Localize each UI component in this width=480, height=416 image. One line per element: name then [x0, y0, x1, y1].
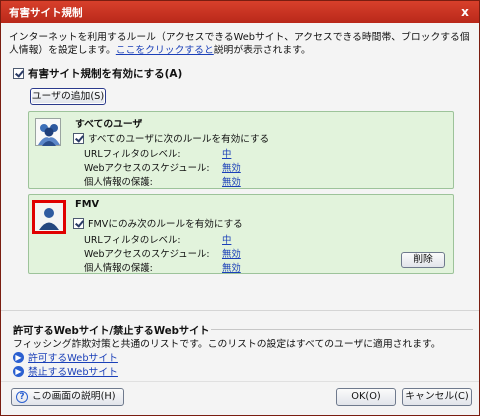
schedule-link[interactable]: 無効 [222, 160, 241, 174]
window-title: 有害サイト規制 [9, 7, 83, 19]
checkbox-label: FMVにのみ次のルールを有効にする [88, 219, 243, 230]
url-filter-link[interactable]: 中 [222, 232, 231, 246]
arrow-right-icon: ▶ [13, 365, 24, 377]
enable-filter-checkbox[interactable]: 有害サイト規制を有効にする(A) [13, 66, 182, 81]
help-button[interactable]: ? この画面の説明(H) [11, 388, 124, 406]
blocked-sites-link[interactable]: 禁止するWebサイト [28, 364, 118, 378]
privacy-link[interactable]: 無効 [222, 260, 241, 274]
delete-user-button[interactable]: 削除 [401, 252, 445, 268]
help-question-icon: ? [16, 391, 28, 403]
checkbox-label: すべてのユーザに次のルールを有効にする [88, 134, 270, 145]
schedule-link[interactable]: 無効 [222, 246, 241, 260]
description-help-link[interactable]: ここをクリックすると [116, 45, 214, 56]
fmv-rule-checkbox[interactable]: FMVにのみ次のルールを有効にする [73, 216, 243, 230]
schedule-label: Webアクセスのスケジュール: [84, 163, 210, 174]
title-bar: 有害サイト規制 x [1, 1, 479, 23]
url-filter-label: URLフィルタのレベル: [84, 149, 181, 160]
footer-divider [1, 381, 479, 382]
checkbox-checked-icon[interactable] [73, 132, 84, 144]
section-title-rule [211, 329, 473, 330]
dialog-window: 有害サイト規制 x インターネットを利用するルール（アクセスできるWebサイト、… [0, 0, 480, 416]
close-icon[interactable]: x [457, 4, 473, 20]
sites-section-description: フィッシング詐欺対策と共通のリストです。このリストの設定はすべてのユーザに適用さ… [13, 339, 441, 350]
panel-title: FMV [75, 199, 100, 210]
schedule-label: Webアクセスのスケジュール: [84, 249, 210, 260]
description-text: インターネットを利用するルール（アクセスできるWebサイト、アクセスできる時間帯… [9, 31, 473, 57]
add-user-button[interactable]: ユーザの追加(S) [30, 88, 106, 105]
description-text-after: 説明が表示されます。 [213, 45, 311, 56]
fmv-user-avatar-icon[interactable] [32, 200, 66, 234]
privacy-label: 個人情報の保護: [84, 263, 153, 274]
privacy-label: 個人情報の保護: [84, 177, 153, 188]
checkbox-checked-icon[interactable] [13, 68, 24, 79]
sites-section-title: 許可するWebサイト/禁止するWebサイト [13, 326, 210, 337]
all-users-avatar-icon [35, 118, 61, 146]
all-users-panel: すべてのユーザ すべてのユーザに次のルールを有効にする URLフィルタのレベル:… [28, 111, 454, 189]
url-filter-link[interactable]: 中 [222, 146, 231, 160]
allowed-sites-link[interactable]: 許可するWebサイト [28, 350, 118, 364]
arrow-right-icon: ▶ [13, 351, 24, 363]
help-button-label: この画面の説明(H) [32, 391, 116, 402]
cancel-button[interactable]: キャンセル(C) [402, 388, 472, 406]
ok-button[interactable]: OK(O) [336, 388, 396, 406]
blocked-sites-link-row[interactable]: ▶ 禁止するWebサイト [13, 364, 118, 378]
section-divider [1, 310, 479, 311]
fmv-user-panel: FMV FMVにのみ次のルールを有効にする URLフィルタのレベル: 中 Web… [28, 194, 454, 274]
enable-filter-label: 有害サイト規制を有効にする(A) [28, 68, 183, 80]
all-users-rule-checkbox[interactable]: すべてのユーザに次のルールを有効にする [73, 131, 269, 145]
url-filter-label: URLフィルタのレベル: [84, 235, 181, 246]
checkbox-checked-icon[interactable] [73, 217, 84, 229]
allowed-sites-link-row[interactable]: ▶ 許可するWebサイト [13, 350, 118, 364]
panel-title: すべてのユーザ [75, 119, 143, 130]
privacy-link[interactable]: 無効 [222, 174, 241, 188]
